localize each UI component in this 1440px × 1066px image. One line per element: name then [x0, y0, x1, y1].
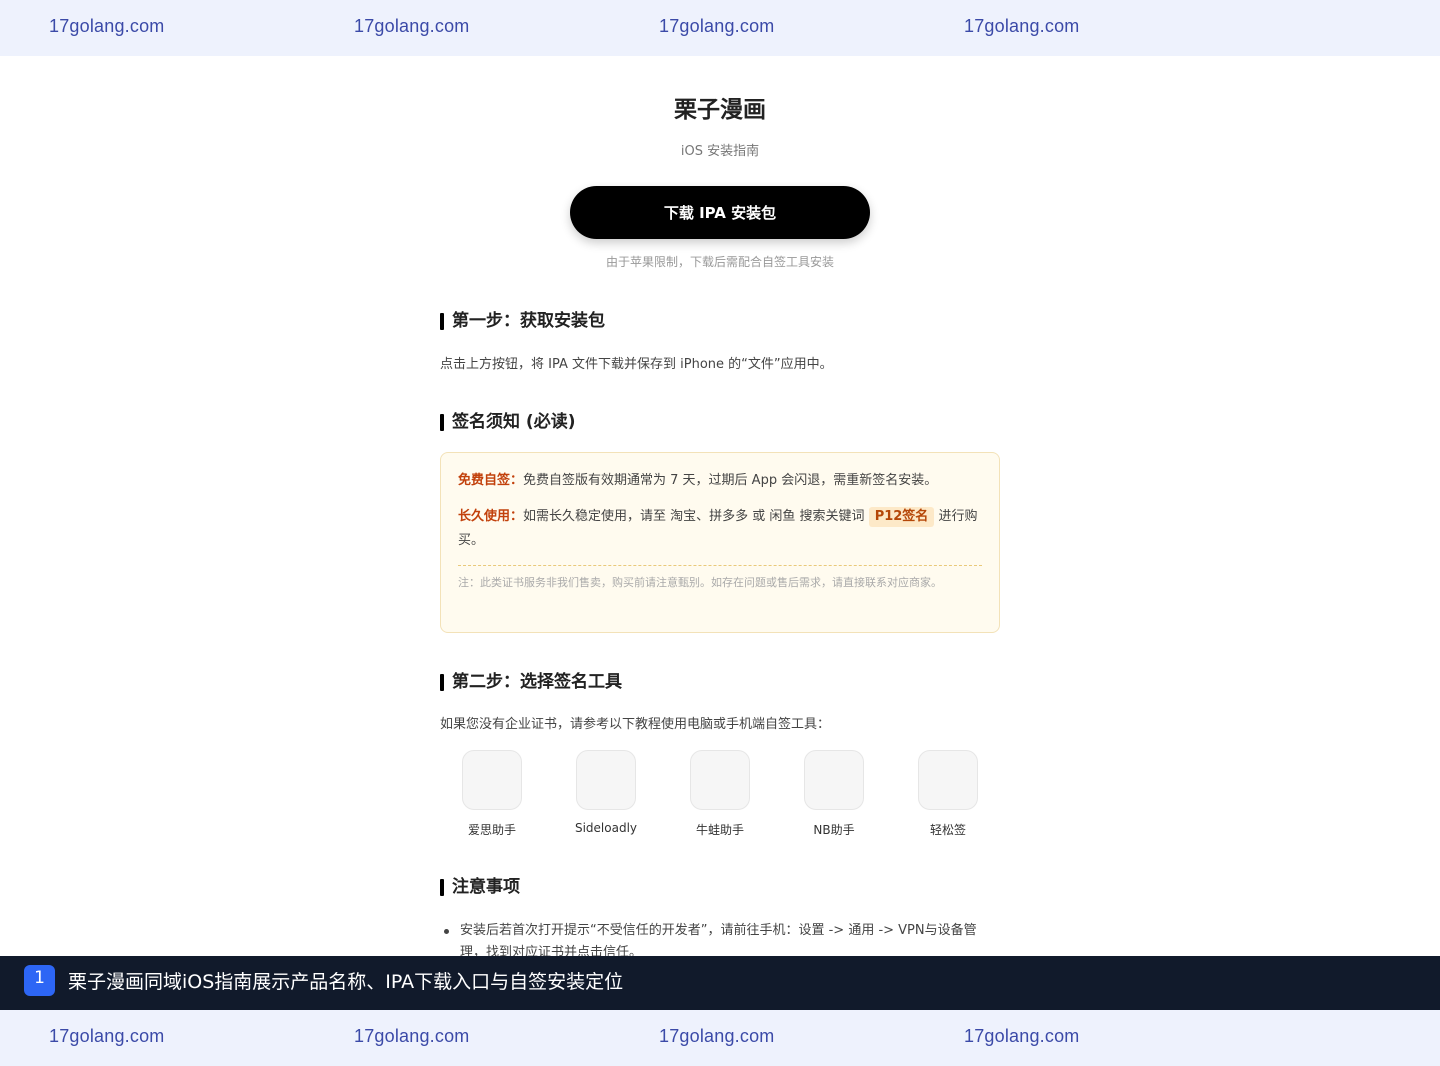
- notice-divider: [458, 565, 982, 566]
- notice-disclaimer: 注：此类证书服务非我们售卖，购买前请注意甄别。如存在问题或售后需求，请直接联系对…: [458, 576, 942, 589]
- tool-label: 轻松签: [929, 823, 966, 837]
- guide-page: 栗子漫画 iOS 安装指南 下载 IPA 安装包 由于苹果限制，下载后需配合自签…: [440, 56, 1000, 956]
- notes-list: 安装后若首次打开提示“不受信任的开发者”，请前往手机：设置 -> 通用 -> V…: [440, 920, 1000, 956]
- watermark-text: 17golang.com: [964, 16, 1080, 36]
- long-use-label: 长久使用：: [458, 509, 524, 524]
- app-title: 栗子漫画: [674, 97, 766, 123]
- watermark-text: 17golang.com: [49, 1026, 165, 1046]
- tool-nb[interactable]: NB助手: [782, 750, 886, 838]
- watermark-text: 17golang.com: [354, 16, 470, 36]
- caption-text: 栗子漫画同域iOS指南展示产品名称、IPA下载入口与自签安装定位: [68, 971, 624, 993]
- signing-title: 签名须知 (必读): [440, 411, 575, 433]
- tool-label: NB助手: [813, 823, 855, 837]
- long-use-line: 长久使用：如需长久稳定使用，请至 淘宝、拼多多 或 闲鱼 搜索关键词 P12签名…: [458, 505, 982, 553]
- watermark-bar-bottom: 17golang.com 17golang.com 17golang.com 1…: [0, 1010, 1440, 1066]
- app-icon: [576, 750, 636, 810]
- tool-label: 爱思助手: [467, 823, 516, 837]
- tool-niuwa[interactable]: 牛蛙助手: [668, 750, 772, 838]
- watermark-bar-top: 17golang.com 17golang.com 17golang.com 1…: [0, 0, 1440, 56]
- free-sign-label: 免费自签：: [458, 473, 524, 488]
- caption-index-badge: 1: [24, 965, 55, 996]
- long-use-text: 如需长久稳定使用，请至 淘宝、拼多多 或 闲鱼 搜索关键词: [523, 509, 865, 524]
- caption-bar: 1 栗子漫画同域iOS指南展示产品名称、IPA下载入口与自签安装定位: [0, 956, 1440, 1010]
- tool-qingsong[interactable]: 轻松签: [896, 750, 1000, 838]
- tool-aisi[interactable]: 爱思助手: [440, 750, 544, 838]
- signing-notice-box: 免费自签：免费自签版有效期通常为 7 天，过期后 App 会闪退，需重新签名安装…: [440, 452, 1000, 633]
- app-icon: [804, 750, 864, 810]
- app-icon: [462, 750, 522, 810]
- download-ipa-label: 下载 IPA 安装包: [663, 204, 777, 222]
- step2-body: 如果您没有企业证书，请参考以下教程使用电脑或手机端自签工具：: [440, 717, 831, 732]
- watermark-text: 17golang.com: [659, 1026, 775, 1046]
- step1-title: 第一步：获取安装包: [440, 310, 605, 332]
- notes-title: 注意事项: [440, 876, 520, 898]
- watermark-text: 17golang.com: [659, 16, 775, 36]
- watermark-text: 17golang.com: [964, 1026, 1080, 1046]
- step1-body: 点击上方按钮，将 IPA 文件下载并保存到 iPhone 的“文件”应用中。: [440, 357, 833, 372]
- app-icon: [918, 750, 978, 810]
- sign-tools-grid: 爱思助手 Sideloadly 牛蛙助手 NB助手 轻松签: [440, 750, 1000, 850]
- app-icon: [690, 750, 750, 810]
- step2-title: 第二步：选择签名工具: [440, 671, 622, 693]
- download-hint: 由于苹果限制，下载后需配合自签工具安装: [605, 255, 834, 269]
- free-sign-text: 免费自签版有效期通常为 7 天，过期后 App 会闪退，需重新签名安装。: [523, 473, 938, 488]
- watermark-text: 17golang.com: [354, 1026, 470, 1046]
- tool-label: Sideloadly: [574, 821, 638, 835]
- keyword-badge: P12签名: [868, 507, 935, 527]
- free-sign-line: 免费自签：免费自签版有效期通常为 7 天，过期后 App 会闪退，需重新签名安装…: [458, 469, 982, 493]
- download-ipa-button[interactable]: 下载 IPA 安装包: [570, 186, 870, 239]
- list-item: 安装后若首次打开提示“不受信任的开发者”，请前往手机：设置 -> 通用 -> V…: [440, 920, 1000, 956]
- tool-sideloadly[interactable]: Sideloadly: [554, 750, 658, 835]
- app-subtitle: iOS 安装指南: [680, 144, 760, 159]
- tool-label: 牛蛙助手: [695, 823, 744, 837]
- watermark-text: 17golang.com: [49, 16, 165, 36]
